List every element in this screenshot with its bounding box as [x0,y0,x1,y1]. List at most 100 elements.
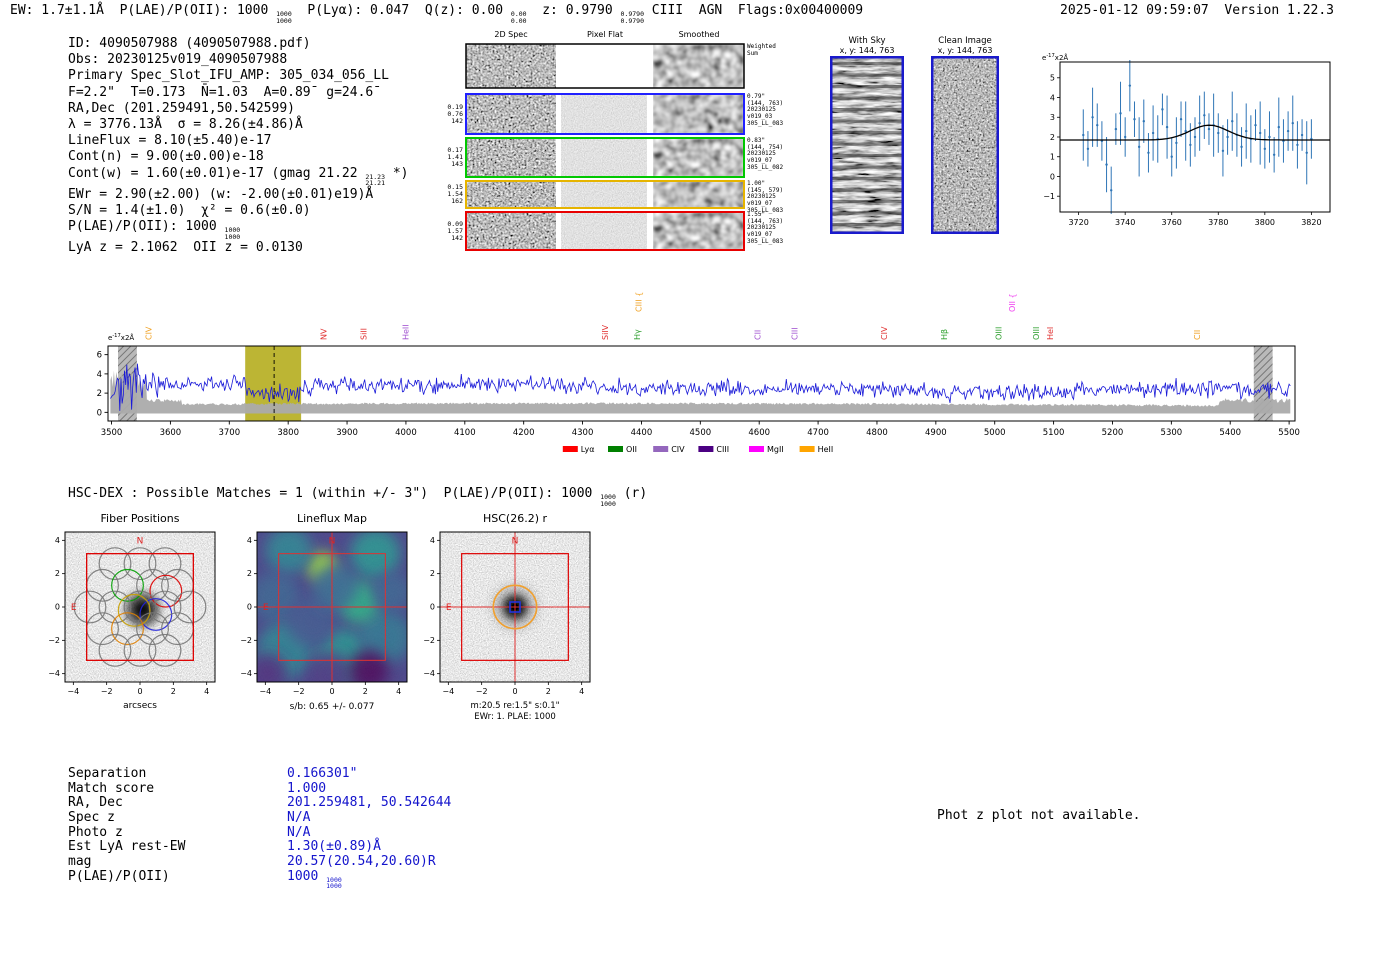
hsc-dex-summary: HSC-DEX : Possible Matches = 1 (within +… [68,486,648,508]
legend-swatch [749,446,764,452]
emission-label: SiIV [601,324,610,340]
table-row-value: 0.166301" [287,766,358,781]
legend-label: MgII [767,445,784,454]
table-row-value: N/A [287,824,311,840]
x-tick-label: 4900 [925,428,947,438]
table-row-label: RA, Dec [68,795,123,811]
cutout-caption: EWr: 1. PLAE: 1000 [474,712,556,722]
legend-label: HeII [818,445,834,454]
spec2d-column-header: Pixel Flat [587,30,623,39]
flux-unit-label: e-17x2Å [108,333,134,342]
strip-pixelflat [561,138,647,177]
emission-label: OII { [1008,293,1017,312]
y-tick-label: 0 [247,603,252,612]
x-tick-label: 3800 [1255,218,1275,227]
x-tick-label: 0 [329,687,334,696]
spec2d-rows: Weighted Sum 0.19 0.76 142 0.79" (144, 763) 202… [445,43,805,251]
info-line: Obs: 20230125v019_4090507988 [68,52,288,68]
y-tick-label: −1 [1043,192,1055,201]
legend-label: CIV [671,445,685,454]
spec2d-row-right-labels: 0.83" (144, 754) 20230125 v019_07 305_LL_082 [747,137,784,171]
line-fit-plot: 3720 3740 3760 3780 3800 3820 −1 0 1 2 3 4 5 e-17x2Å [1042,53,1331,227]
north-label: N [137,537,144,547]
table-row: Photo z N/A [68,825,451,840]
table-row-label: P(LAE)/P(OII) [68,868,170,884]
north-label: N [329,537,336,547]
strip-pixelflat [561,94,647,134]
emission-label: NV [320,328,329,340]
x-tick-label: 4 [204,687,209,696]
emission-label: HeI [1046,327,1055,340]
stacked-fraction: 0.00 0.00 [510,10,527,25]
y-tick-label: −4 [423,669,435,678]
x-tick-label: 3500 [101,428,123,438]
table-row: P(LAE)/P(OII) 1000 1000 1000 [68,868,451,891]
error-bars [1082,60,1313,214]
stacked-fraction: 0.9790 0.9790 [620,10,644,25]
match-table: Separation 0.166301" Match score 1.000 RA, D… [68,766,451,891]
y-tick-label: 4 [1050,93,1055,102]
strip-2dspec [466,181,556,208]
spec2d-row: Weighted Sum [445,43,805,89]
cutout-image [440,532,590,682]
strip-smoothed [653,181,744,208]
y-tick-label: −2 [423,636,435,645]
info-line: Cont(w) = 1.60(±0.01)e-17 (gmag 21.22 21… [68,165,409,188]
spec2d-row-right-labels: 1.00" (145, 579) 20230125 v019_07 305_LL_083 [747,180,784,214]
info-line: F=2.2" T=0.173 N̄=1.03 A=0.89̄ g=24.6̄ [68,84,374,100]
spec2d-row-right-labels: 0.79" (144, 763) 20230125 v019_03 305_LL_083 [747,93,784,127]
table-row-value: 1000 1000 1000 [287,868,342,891]
x-tick-label: −4 [442,687,454,696]
x-tick-label: 4800 [866,428,888,438]
clean-subtitle: x, y: 144, 763 [937,46,993,55]
info-line: ID: 4090507988 (4090507988.pdf) [68,36,311,51]
x-axis: 3500 3600 3700 3800 3900 4000 4100 4200 4300 4400… [101,421,1300,438]
table-row: Est LyA rest-EW 1.30(±0.89)Å [68,839,451,854]
y-tick-label: 4 [97,370,102,380]
y-axis: 0 2 4 6 [97,351,108,418]
report-version: Version 1.22.3 [1224,3,1334,18]
strip-2dspec [466,138,556,177]
emission-label: CIV [880,326,889,340]
legend-swatch [608,446,623,452]
clean-image [931,56,999,234]
stacked-fraction: 1000 1000 [276,10,292,25]
spec2d-row-right-labels: 1.55" (144, 763) 20230125 v019_07 305_LL_083 [747,211,784,245]
withsky-subtitle: x, y: 144, 763 [839,46,895,55]
y-tick-label: −4 [240,669,252,678]
table-row-value: N/A [287,810,311,826]
table-row-label: Match score [68,780,155,796]
clean-title: Clean Image [938,36,992,46]
y-tick-label: 5 [1050,74,1055,83]
lineflux-map-cutout: Lineflux Map −4 −4 −2 −2 0 0 2 2 4 4 N Es/b: 0.65 +/… [240,512,408,712]
emission-label: OIII [994,327,1003,340]
y-tick-label: 2 [1050,133,1055,142]
info-line: RA,Dec (201.259491,50.542599) [68,100,295,116]
east-label: E [263,603,269,613]
x-tick-label: −2 [293,687,305,696]
x-tick-label: 5400 [1219,428,1241,438]
table-row: Spec z N/A [68,810,451,825]
detection-info-block: ID: 4090507988 (4090507988.pdf) Obs: 2023… [68,36,408,257]
spec2d-row-left-labels: 0.19 0.76 142 [447,102,463,125]
header-bar: EW: 1.7±1.1Å P(LAE)/P(OII): 1000 1000 100… [10,3,1334,24]
strip-smoothed [653,94,744,134]
spec2d-row-strips [465,93,745,135]
strip-smoothed [653,138,744,177]
x-axis-label: arcsecs [123,701,157,711]
stamp-noise [932,57,998,233]
spec2d-row-strips [465,137,745,178]
spec2d-panel: 2D Spec Pixel Flat Smoothed Weighted Sum 0.1… [445,30,805,251]
emission-line-labels: CIV NV SiII HeII SiIV Hγ CIII {CII CIII CIV Hβ OII… [145,292,1202,340]
info-line: LineFlux = 8.10(±5.40)e-17 [68,133,272,149]
y-tick-label: 2 [97,389,102,399]
y-tick-label: 6 [97,351,102,361]
withsky-image [830,56,904,234]
emission-label: CIII [791,327,800,340]
y-tick-label: 2 [430,569,435,578]
legend-swatch [653,446,669,452]
x-tick-label: 4500 [690,428,712,438]
cutout-title: Fiber Positions [101,512,180,525]
y-tick-label: 0 [97,408,102,418]
y-tick-label: 3 [1050,113,1055,122]
